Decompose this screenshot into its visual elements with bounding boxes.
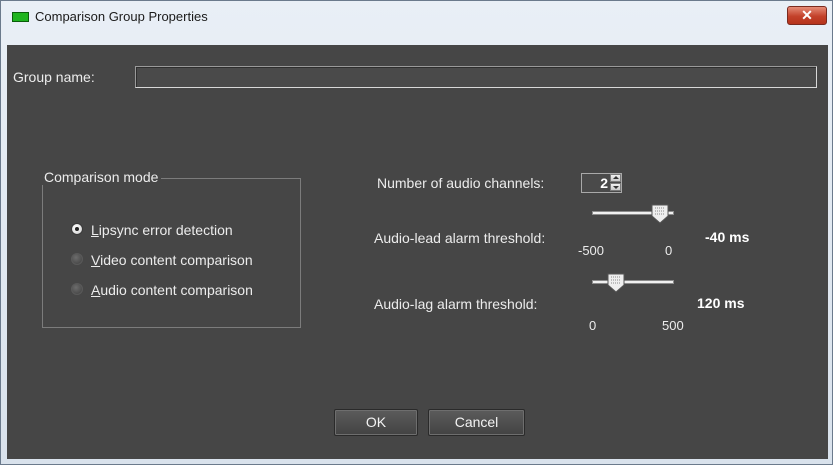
- audio-channels-value[interactable]: 2: [582, 175, 608, 191]
- dialog-window: Comparison Group Properties ✕ Group name…: [0, 0, 833, 465]
- radio-label: Audio content comparison: [91, 282, 253, 298]
- slider-track[interactable]: [592, 280, 674, 284]
- slider-thumb[interactable]: [607, 273, 625, 293]
- radio-button-selected[interactable]: [71, 223, 83, 235]
- close-button[interactable]: ✕: [787, 6, 827, 25]
- mnemonic: L: [91, 222, 99, 238]
- audio-lag-label: Audio-lag alarm threshold:: [374, 296, 538, 312]
- audio-lead-min-label: -500: [578, 243, 605, 258]
- window-title: Comparison Group Properties: [35, 9, 208, 24]
- group-name-label: Group name:: [13, 69, 95, 85]
- audio-lag-value: 120 ms: [697, 295, 745, 311]
- audio-lead-slider[interactable]: [592, 204, 674, 226]
- radio-button[interactable]: [71, 253, 83, 265]
- label-rest: ideo content comparison: [100, 252, 253, 268]
- group-name-input[interactable]: [135, 66, 817, 88]
- label-rest: udio content comparison: [100, 282, 253, 298]
- audio-channels-spinner[interactable]: 2: [581, 173, 622, 193]
- audio-lag-max-label: 500: [662, 318, 684, 333]
- spinner-down-icon[interactable]: [610, 183, 621, 191]
- audio-channels-label: Number of audio channels:: [377, 175, 545, 191]
- ok-button[interactable]: OK: [334, 409, 418, 436]
- comparison-mode-legend: Comparison mode: [41, 169, 162, 185]
- title-bar[interactable]: Comparison Group Properties ✕: [1, 1, 832, 45]
- slider-thumb[interactable]: [651, 204, 669, 224]
- audio-lead-value: -40 ms: [705, 229, 750, 245]
- audio-lag-slider[interactable]: [592, 273, 674, 295]
- label-rest: ipsync error detection: [98, 222, 233, 238]
- radio-label: Lipsync error detection: [91, 222, 233, 238]
- spinner-up-icon[interactable]: [610, 174, 621, 182]
- radio-button[interactable]: [71, 283, 83, 295]
- audio-lead-max-label: 0: [665, 243, 673, 258]
- audio-lag-min-label: 0: [589, 318, 597, 333]
- mnemonic: V: [91, 252, 101, 268]
- app-icon: [12, 12, 29, 22]
- comparison-mode-group: Comparison mode Lipsync error detection …: [41, 169, 301, 328]
- cancel-button[interactable]: Cancel: [428, 409, 525, 436]
- audio-lead-label: Audio-lead alarm threshold:: [374, 230, 546, 246]
- radio-label: Video content comparison: [91, 252, 253, 268]
- mnemonic: A: [91, 282, 101, 298]
- dialog-body: Group name: Comparison mode Lipsync erro…: [7, 45, 828, 459]
